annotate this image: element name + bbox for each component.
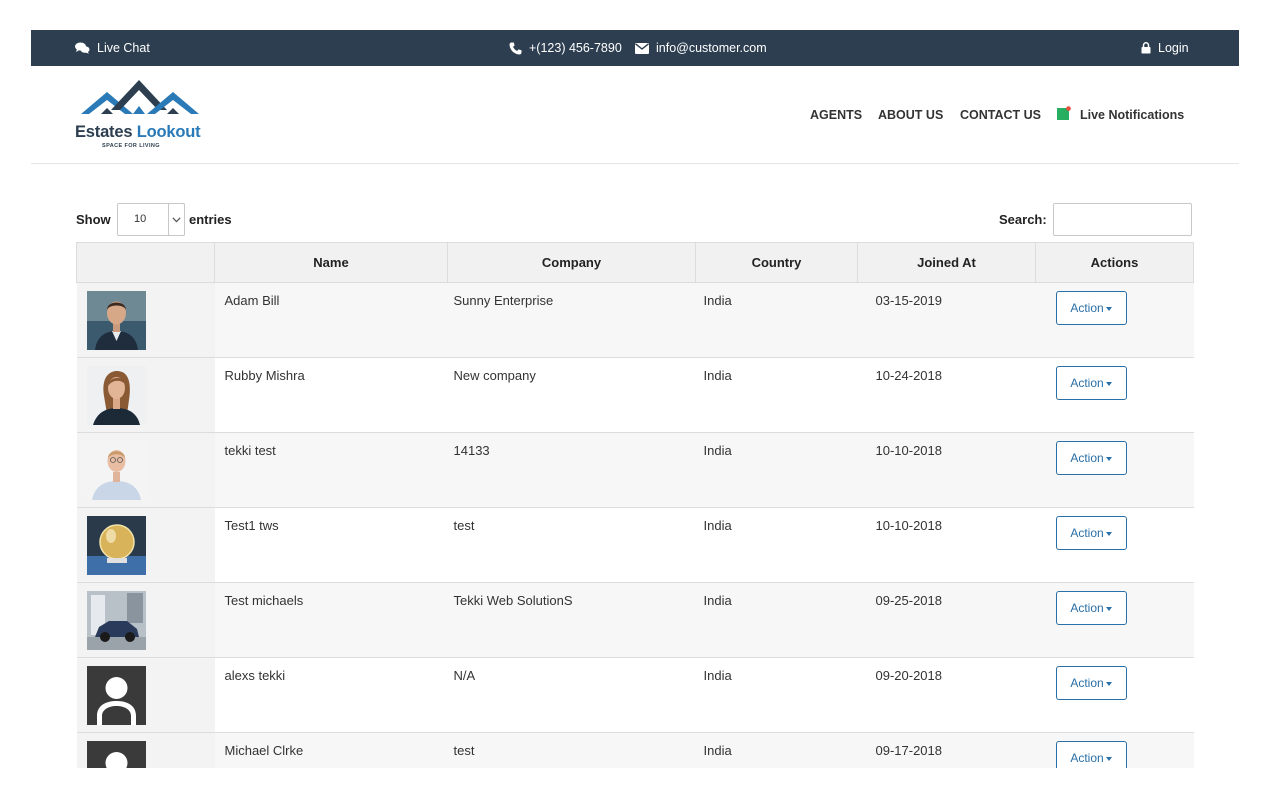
agent-name[interactable]: Adam Bill <box>215 283 448 308</box>
agent-company: test <box>453 518 475 533</box>
top-bar: Live Chat +(123) 456-7890 info@customer.… <box>31 30 1239 66</box>
agent-name[interactable]: Test1 tws <box>215 508 448 533</box>
agent-name[interactable]: alexs tekki <box>215 658 448 683</box>
chat-icon <box>75 42 90 54</box>
agent-company: New company <box>453 368 536 383</box>
agent-country: India <box>703 743 732 758</box>
page: Live Chat +(123) 456-7890 info@customer.… <box>31 30 1239 768</box>
chevron-down-icon <box>168 203 185 236</box>
entries-value: 10 <box>134 213 147 225</box>
caret-down-icon <box>1105 306 1112 311</box>
action-dropdown-button[interactable]: Action <box>1055 741 1127 768</box>
show-label: Show <box>76 212 111 227</box>
col-company[interactable]: Company <box>447 242 696 283</box>
col-actions: Actions <box>1035 242 1194 283</box>
col-joined-at[interactable]: Joined At <box>857 242 1036 283</box>
table-row: Test michaels Tekki Web SolutionS India … <box>76 582 1194 658</box>
caret-down-icon <box>1105 756 1112 761</box>
man-suit-photo-icon <box>86 291 146 350</box>
woman-photo-icon <box>86 366 146 425</box>
action-dropdown-button[interactable]: Action <box>1055 666 1127 700</box>
action-dropdown-button[interactable]: Action <box>1055 591 1127 625</box>
agent-country: India <box>703 443 732 458</box>
agent-joined-at: 09-17-2018 <box>875 743 943 758</box>
envelope-icon <box>635 42 649 54</box>
agent-joined-at: 10-10-2018 <box>875 443 943 458</box>
table-row: Test1 tws test India 10-10-2018 Action <box>76 507 1194 583</box>
entries-label: entries <box>189 212 232 227</box>
agent-name[interactable]: Michael Clrke <box>215 733 448 758</box>
man-shirt-photo-icon <box>86 441 146 500</box>
logo[interactable]: Estates Lookout SPACE FOR LIVING <box>75 80 215 152</box>
phone-icon <box>509 42 522 55</box>
phone-number: +(123) 456-7890 <box>529 41 622 55</box>
lock-icon <box>1141 42 1151 54</box>
nav-contact-us[interactable]: CONTACT US <box>960 66 1041 163</box>
login-label: Login <box>1158 41 1189 55</box>
agent-country: India <box>703 668 732 683</box>
col-country[interactable]: Country <box>695 242 858 283</box>
site-header: Estates Lookout SPACE FOR LIVING AGENTS … <box>31 66 1239 164</box>
agent-company: Tekki Web SolutionS <box>453 593 573 608</box>
nav-about-us[interactable]: ABOUT US <box>878 66 943 163</box>
roofs-logo-icon <box>81 80 199 114</box>
agent-company: Sunny Enterprise <box>453 293 554 308</box>
action-dropdown-button[interactable]: Action <box>1055 516 1127 550</box>
table-row: Adam Bill Sunny Enterprise India 03-15-2… <box>76 282 1194 358</box>
login-link[interactable]: Login <box>1141 30 1189 66</box>
agent-joined-at: 10-10-2018 <box>875 518 943 533</box>
caret-down-icon <box>1105 381 1112 386</box>
email-contact[interactable]: info@customer.com <box>635 30 767 66</box>
agent-company: N/A <box>453 668 476 683</box>
action-dropdown-button[interactable]: Action <box>1055 291 1127 325</box>
search-label: Search: <box>999 212 1047 227</box>
table-row: Rubby Mishra New company India 10-24-201… <box>76 357 1194 433</box>
agent-joined-at: 03-15-2019 <box>875 293 943 308</box>
agent-joined-at: 09-20-2018 <box>875 668 943 683</box>
agent-name[interactable]: tekki test <box>215 433 448 458</box>
agent-country: India <box>703 518 732 533</box>
action-dropdown-button[interactable]: Action <box>1055 366 1127 400</box>
col-photo[interactable] <box>76 242 215 283</box>
table-header-row: Name Company Country Joined At Actions <box>76 242 1194 283</box>
action-dropdown-button[interactable]: Action <box>1055 441 1127 475</box>
logo-tagline: SPACE FOR LIVING <box>102 143 160 149</box>
default-avatar-icon <box>86 741 146 768</box>
agent-country: India <box>703 368 732 383</box>
agent-company: test <box>453 743 475 758</box>
caret-down-icon <box>1105 681 1112 686</box>
agent-name[interactable]: Rubby Mishra <box>215 358 448 383</box>
caret-down-icon <box>1105 606 1112 611</box>
nav-agents[interactable]: AGENTS <box>810 66 862 163</box>
search-input[interactable] <box>1053 203 1192 236</box>
agents-table: Name Company Country Joined At Actions A… <box>76 242 1194 768</box>
notification-icon <box>1057 106 1071 123</box>
table-row: Michael Clrke test India 09-17-2018 Acti… <box>76 732 1194 768</box>
live-notifications-label: Live Notifications <box>1080 107 1185 122</box>
col-name[interactable]: Name <box>214 242 448 283</box>
agent-country: India <box>703 593 732 608</box>
table-row: tekki test 14133 India 10-10-2018 Action <box>76 432 1194 508</box>
email-address: info@customer.com <box>656 41 767 55</box>
table-row: alexs tekki N/A India 09-20-2018 Action <box>76 657 1194 733</box>
caret-down-icon <box>1105 531 1112 536</box>
live-notifications-link[interactable]: Live Notifications <box>1057 66 1184 163</box>
caret-down-icon <box>1105 456 1112 461</box>
crystal-ball-photo-icon <box>86 516 146 575</box>
live-chat-label: Live Chat <box>97 41 150 55</box>
phone-contact[interactable]: +(123) 456-7890 <box>509 30 622 66</box>
agent-country: India <box>703 293 732 308</box>
live-chat-link[interactable]: Live Chat <box>75 30 150 66</box>
agent-joined-at: 10-24-2018 <box>875 368 943 383</box>
agent-name[interactable]: Test michaels <box>215 583 448 608</box>
logo-text: Estates Lookout <box>75 123 201 141</box>
default-avatar-icon <box>86 666 146 725</box>
agent-joined-at: 09-25-2018 <box>875 593 943 608</box>
car-photo-icon <box>86 591 146 650</box>
entries-per-page-select[interactable]: 10 <box>117 203 185 236</box>
agent-company: 14133 <box>453 443 490 458</box>
